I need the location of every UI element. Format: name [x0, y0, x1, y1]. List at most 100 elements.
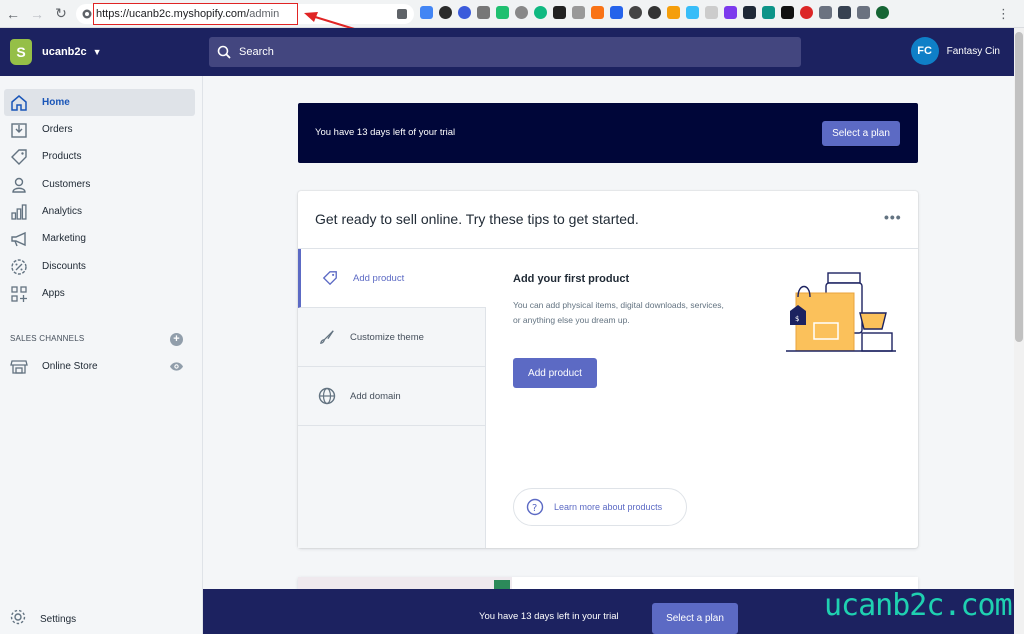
caret-down-icon[interactable]: ▼	[93, 47, 102, 57]
sidebar-item-apps[interactable]: Apps	[4, 280, 195, 307]
sidebar-item-label: Discounts	[42, 261, 86, 272]
extension-icon[interactable]	[724, 6, 737, 19]
tips-card: Get ready to sell online. Try these tips…	[298, 191, 918, 548]
profile-avatar-icon[interactable]	[876, 6, 889, 19]
tab-customize-theme[interactable]: Customize theme	[298, 308, 486, 367]
tab-add-domain[interactable]: Add domain	[298, 367, 486, 426]
extension-icon[interactable]	[534, 6, 547, 19]
extension-icon[interactable]	[591, 6, 604, 19]
select-plan-button[interactable]: Select a plan	[822, 121, 900, 146]
page-scrollbar[interactable]	[1014, 28, 1024, 634]
avatar: FC	[910, 37, 939, 65]
tag-icon	[321, 269, 339, 287]
store-name[interactable]: ucanb2c	[42, 46, 87, 58]
user-name: Fantasy Cin	[946, 45, 1000, 57]
sidebar-item-label: Online Store	[42, 361, 98, 372]
eye-icon[interactable]	[169, 361, 184, 372]
scroll-thumb[interactable]	[1015, 32, 1023, 342]
tab-label: Add product	[353, 272, 405, 284]
svg-text:?: ?	[532, 503, 537, 514]
sidebar-item-home[interactable]: Home	[4, 89, 195, 116]
sales-channels-heading: SALES CHANNELS	[10, 334, 85, 343]
home-icon	[9, 93, 29, 113]
extensions-bar	[420, 6, 889, 19]
extension-icon[interactable]	[705, 6, 718, 19]
trial-banner: You have 13 days left of your trial Sele…	[298, 103, 918, 163]
extension-icon[interactable]	[686, 6, 699, 19]
learn-more-button[interactable]: ? Learn more about products	[513, 488, 687, 526]
extension-icon[interactable]	[515, 6, 528, 19]
gear-icon	[9, 608, 27, 631]
sidebar-item-orders[interactable]: Orders	[4, 116, 195, 143]
extension-icon[interactable]	[610, 6, 623, 19]
tab-label: Customize theme	[350, 331, 424, 343]
sidebar-item-label: Analytics	[42, 206, 83, 217]
extension-icon[interactable]	[458, 6, 471, 19]
tag-icon	[9, 147, 29, 167]
trial-bottom-text: You have 13 days left in your trial	[479, 611, 619, 622]
shopify-logo-icon[interactable]: S	[10, 39, 32, 65]
brush-icon	[318, 328, 336, 346]
tip-heading: Add your first product	[513, 273, 630, 285]
svg-text:$: $	[795, 315, 799, 323]
extension-icon[interactable]	[477, 6, 490, 19]
admin-topbar: S ucanb2c ▼ Search FC Fantasy Cin	[0, 28, 1014, 76]
tip-description: You can add physical items, digital down…	[513, 300, 724, 325]
more-actions-icon[interactable]: •••	[884, 209, 902, 225]
extension-icon[interactable]	[439, 6, 452, 19]
sidebar-item-label: Apps	[42, 288, 65, 299]
extension-icon[interactable]	[838, 6, 851, 19]
sidebar-item-settings[interactable]: Settings	[4, 606, 76, 633]
extension-icon[interactable]	[781, 6, 794, 19]
sidebar-item-products[interactable]: Products	[4, 143, 195, 170]
tab-label: Add domain	[350, 390, 401, 402]
sidebar-item-label: Marketing	[42, 233, 86, 244]
bar-chart-icon	[9, 202, 29, 222]
extension-icon[interactable]	[667, 6, 680, 19]
search-icon	[217, 45, 231, 59]
search-placeholder: Search	[239, 46, 274, 58]
extension-icon[interactable]	[496, 6, 509, 19]
sidebar-item-label: Orders	[42, 124, 73, 135]
extension-icon[interactable]	[648, 6, 661, 19]
apps-icon	[9, 284, 29, 304]
chrome-menu-icon[interactable]: ⋮	[997, 6, 1010, 22]
extension-icon[interactable]	[572, 6, 585, 19]
forward-icon[interactable]: →	[26, 3, 48, 25]
extension-icon[interactable]	[553, 6, 566, 19]
extension-icon[interactable]	[857, 6, 870, 19]
sidebar-item-label: Settings	[40, 614, 77, 625]
extension-icon[interactable]	[762, 6, 775, 19]
select-plan-bottom-button[interactable]: Select a plan	[652, 603, 738, 634]
help-icon: ?	[526, 498, 544, 516]
extension-icon[interactable]	[743, 6, 756, 19]
person-icon	[9, 175, 29, 195]
extension-icon[interactable]	[420, 6, 433, 19]
extension-icon[interactable]	[819, 6, 832, 19]
discount-icon	[9, 257, 29, 277]
tips-title: Get ready to sell online. Try these tips…	[315, 211, 639, 227]
trial-text: You have 13 days left of your trial	[315, 127, 456, 138]
sidebar-item-discounts[interactable]: Discounts	[4, 253, 195, 280]
tips-tab-list: Add product Customize theme Add domain	[298, 249, 486, 548]
sidebar-item-online-store[interactable]: Online Store	[4, 353, 195, 380]
search-input[interactable]: Search	[209, 37, 801, 67]
add-channel-icon[interactable]: +	[170, 333, 183, 346]
store-icon	[9, 357, 29, 377]
megaphone-icon	[9, 229, 29, 249]
site-info-icon[interactable]	[82, 9, 92, 19]
back-icon[interactable]: ←	[2, 3, 24, 25]
extension-icon[interactable]	[800, 6, 813, 19]
tab-add-product[interactable]: Add product	[298, 249, 486, 308]
sidebar-item-label: Products	[42, 151, 82, 162]
sidebar-item-customers[interactable]: Customers	[4, 171, 195, 198]
user-menu[interactable]: FC Fantasy Cin	[910, 37, 1000, 65]
watermark: ucanb2c.com	[824, 588, 1013, 623]
orders-icon	[9, 120, 29, 140]
add-product-button[interactable]: Add product	[513, 358, 597, 388]
sidebar-item-analytics[interactable]: Analytics	[4, 198, 195, 225]
sidebar-item-marketing[interactable]: Marketing	[4, 225, 195, 252]
reload-icon[interactable]: ↻	[50, 3, 72, 25]
extension-icon[interactable]	[629, 6, 642, 19]
product-illustration: $	[786, 272, 896, 352]
